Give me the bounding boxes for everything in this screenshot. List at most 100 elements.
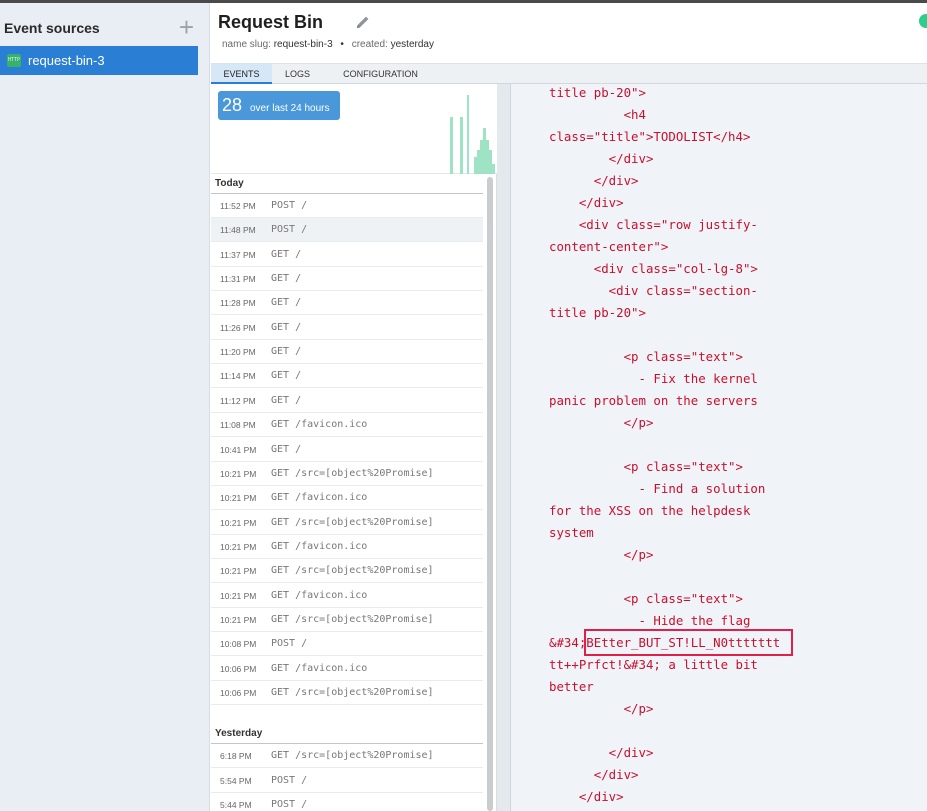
event-row[interactable]: 10:21 PM GET /src=[object%20Promise] [211,511,483,535]
event-time: 11:12 PM [220,395,256,406]
event-time: 10:21 PM [220,614,257,625]
event-row[interactable]: 10:21 PM GET /src=[object%20Promise] [211,559,483,584]
event-row[interactable]: 6:18 PM GET /src=[object%20Promise] [211,744,483,769]
event-row[interactable]: 11:20 PM GET / [211,340,483,365]
event-row[interactable]: 11:52 PM POST / [211,194,483,218]
event-row[interactable]: 5:44 PM POST / [211,793,483,811]
code-line: better [549,679,594,694]
event-time: 10:21 PM [220,541,257,552]
created-label: created: [351,39,388,50]
code-line: </div> [549,745,654,760]
event-row[interactable]: 11:31 PM GET / [211,267,483,292]
event-row[interactable]: 5:54 PM POST / [211,769,483,793]
event-request: GET / [271,370,302,382]
code-line: </div> [549,173,639,188]
event-time: 6:18 PM [220,751,252,762]
tab-configuration[interactable]: CONFIGURATION [329,64,432,84]
event-time: 11:37 PM [220,249,256,260]
pencil-icon[interactable] [355,14,371,30]
event-request: GET /src=[object%20Promise] [271,467,434,479]
event-time: 11:52 PM [220,201,256,211]
event-request: GET /src=[object%20Promise] [271,613,434,625]
code-line: content-center"> [549,239,669,254]
event-request: GET /favicon.ico [271,589,368,601]
sidebar-header: Event sources + [4,14,204,40]
event-row[interactable]: 11:12 PM GET / [211,389,483,413]
event-row[interactable]: 10:21 PM GET /favicon.ico [211,535,483,559]
event-time: 5:44 PM [220,800,252,811]
tab-logs[interactable]: LOGS [275,64,320,84]
http-icon: HTTP [7,54,21,67]
code-line: <h4 [549,107,646,122]
plus-icon[interactable]: + [179,14,194,40]
event-row[interactable]: 11:14 PM GET / [211,364,483,389]
code-line: class="title">TODOLIST</h4> [549,129,751,144]
event-row[interactable]: 11:48 PM POST / [211,218,483,243]
event-count-label: over last 24 hours [250,103,330,114]
event-body-code: title pb-20"> <h4 class="title">TODOLIST<… [549,82,927,808]
sidebar-title: Event sources [4,20,100,36]
code-line: title pb-20"> [549,305,646,320]
event-request: GET /src=[object%20Promise] [271,687,434,698]
event-request: GET /favicon.ico [271,419,368,431]
event-row[interactable]: 11:37 PM GET / [211,243,483,267]
event-row[interactable]: 10:06 PM GET /favicon.ico [211,657,483,681]
event-time: 10:21 PM [220,517,257,528]
code-line: title pb-20"> [549,85,646,100]
event-row[interactable]: 10:21 PM GET /favicon.ico [211,584,483,608]
event-request: GET / [271,273,302,285]
event-body-panel: title pb-20"> <h4 class="title">TODOLIST<… [497,84,927,811]
code-line: </p> [549,415,654,430]
event-row[interactable]: 11:28 PM GET / [211,291,483,316]
events-panel: 28 over last 24 hours Today 11:52 PM POST … [211,84,497,811]
event-request: GET / [271,346,302,358]
event-row[interactable]: 10:06 PM GET /src=[object%20Promise] [211,681,483,705]
event-row[interactable]: 10:21 PM GET /src=[object%20Promise] [211,608,483,632]
meta-separator: • [340,39,344,50]
tab-bar: EVENTS LOGS CONFIGURATION [211,63,927,84]
event-request: GET / [271,297,302,309]
sidebar-item-request-bin-3[interactable]: HTTP request-bin-3 [0,46,198,75]
event-list[interactable]: Today 11:52 PM POST / 11:48 PM POST / 11:37 P… [211,174,487,811]
code-line: </p> [549,547,654,562]
event-row[interactable]: 11:26 PM GET / [211,316,483,340]
event-request: POST / [271,224,308,236]
event-time: 11:08 PM [220,420,256,431]
event-row[interactable]: 10:21 PM GET /favicon.ico [211,486,483,511]
events-stats: 28 over last 24 hours [211,84,497,174]
sidebar-item-label: request-bin-3 [28,53,105,68]
event-list-scrollbar[interactable] [487,177,493,811]
sidebar: Event sources + HTTP request-bin-3 [0,3,210,811]
code-line: </div> [549,151,654,166]
event-time: 11:31 PM [220,274,256,285]
tab-events[interactable]: EVENTS [211,64,272,84]
event-row[interactable]: 11:08 PM GET /favicon.ico [211,413,483,438]
activity-sparkline [450,95,495,174]
event-request: GET /src=[object%20Promise] [271,516,434,528]
event-row[interactable]: 10:21 PM GET /src=[object%20Promise] [211,462,483,486]
code-line: </div> [549,195,624,210]
code-line: </div> [549,789,624,804]
section-title: Today [215,178,244,189]
event-time: 10:21 PM [220,468,257,479]
event-request: POST / [271,638,308,650]
event-request: GET /favicon.ico [271,492,368,504]
source-meta: name slug: request-bin-3 • created: yest… [222,39,434,50]
event-row[interactable]: 10:08 PM POST / [211,632,483,657]
event-time: 10:06 PM [220,663,257,674]
event-time: 11:26 PM [220,322,256,333]
event-time: 10:41 PM [220,444,257,455]
event-request: POST / [271,799,308,811]
event-request: GET / [271,394,302,406]
code-line: for the XSS on the helpdesk [549,503,751,518]
code-line: - Fix the kernel [549,371,758,386]
page-title: Request Bin [218,12,324,32]
code-line: <p class="text"> [549,591,743,606]
created-value: yesterday [390,39,434,50]
slug-label: name slug: [222,39,271,50]
event-request: GET / [271,248,302,260]
event-row[interactable]: 10:41 PM GET / [211,438,483,462]
event-time: 11:48 PM [220,225,256,236]
event-time: 11:14 PM [220,371,256,382]
